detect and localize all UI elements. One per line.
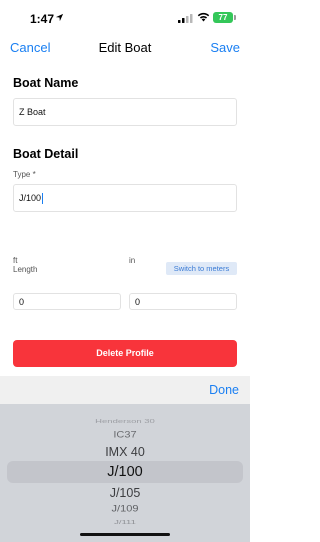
picker-item-selected[interactable]: J/100 xyxy=(0,464,250,480)
save-button[interactable]: Save xyxy=(210,40,240,55)
feet-label: ft xyxy=(13,256,18,265)
boat-type-picker[interactable]: Henderson 30 IC37 IMX 40 J/100 J/105 J/1… xyxy=(0,404,250,542)
status-time: 1:47 xyxy=(30,12,55,26)
switch-to-meters-button[interactable]: Switch to meters xyxy=(166,262,237,275)
boat-name-heading: Boat Name xyxy=(13,76,79,90)
battery-tip xyxy=(234,15,236,20)
cellular-signal-icon xyxy=(178,14,193,23)
type-input[interactable]: J/100 xyxy=(13,184,237,212)
picker-item[interactable]: J/109 xyxy=(0,504,250,514)
delete-profile-button[interactable]: Delete Profile xyxy=(13,340,237,367)
done-button[interactable]: Done xyxy=(209,383,239,397)
picker-toolbar: Done xyxy=(0,376,250,404)
wifi-icon xyxy=(197,12,210,22)
text-cursor xyxy=(42,192,44,204)
inches-label: in xyxy=(129,256,136,265)
feet-input[interactable]: 0 xyxy=(13,293,121,310)
picker-item[interactable]: J/111 xyxy=(0,519,250,526)
length-label: Length xyxy=(13,265,38,274)
picker-item[interactable]: J/105 xyxy=(0,486,250,500)
battery-icon: 77 xyxy=(213,12,233,23)
boat-name-input[interactable]: Z Boat xyxy=(13,98,237,126)
boat-name-value: Z Boat xyxy=(19,107,46,117)
feet-value: 0 xyxy=(19,296,25,307)
boat-detail-heading: Boat Detail xyxy=(13,147,79,161)
home-indicator xyxy=(80,533,170,536)
type-label: Type * xyxy=(13,170,36,179)
battery-level: 77 xyxy=(218,13,228,22)
inches-input[interactable]: 0 xyxy=(129,293,237,310)
inches-value: 0 xyxy=(135,296,141,307)
type-value: J/100 xyxy=(19,193,42,203)
picker-item[interactable]: IMX 40 xyxy=(0,445,250,459)
picker-item[interactable]: IC37 xyxy=(0,430,250,440)
navigation-bar: Cancel Edit Boat Save xyxy=(0,36,250,60)
picker-item[interactable]: Henderson 30 xyxy=(0,418,250,425)
location-arrow-icon xyxy=(55,13,64,22)
status-bar: 1:47 77 xyxy=(0,0,250,36)
